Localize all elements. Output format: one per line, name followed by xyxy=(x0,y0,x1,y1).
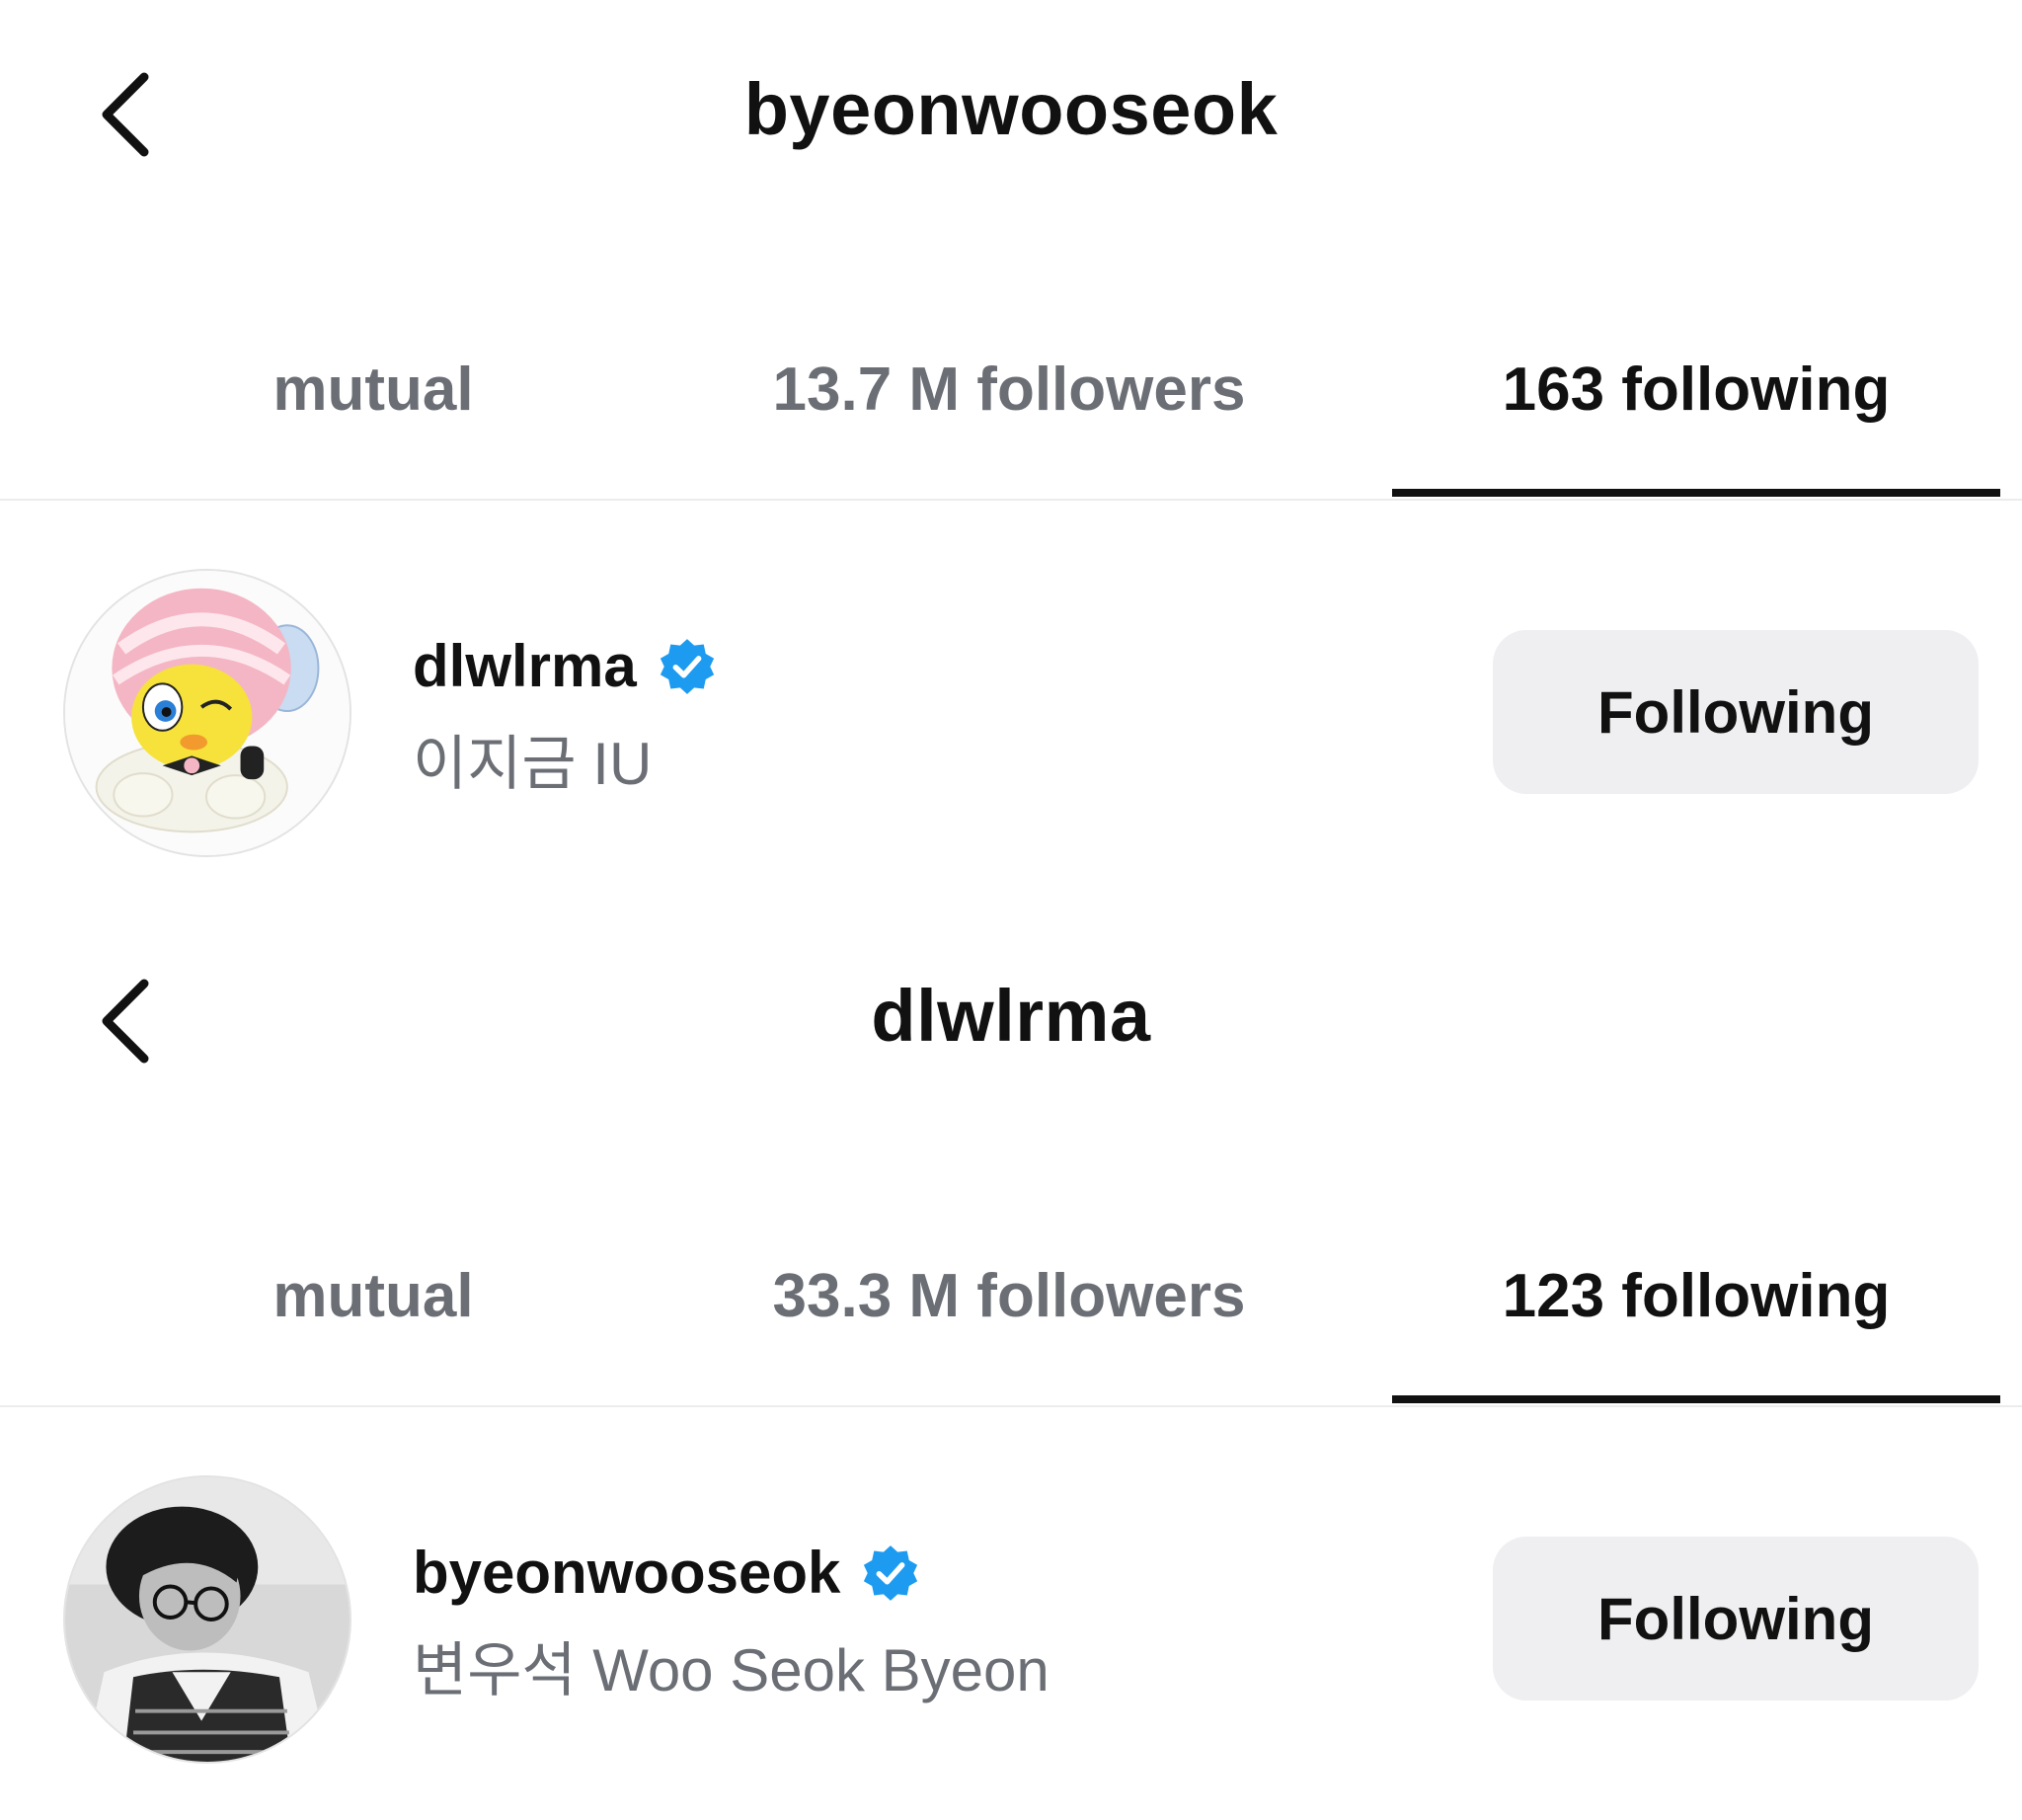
tab-bar: mutual 13.7 M followers 163 following xyxy=(0,336,2022,499)
tab-mutual[interactable]: mutual xyxy=(158,336,588,499)
tab-followers[interactable]: 33.3 M followers xyxy=(731,1242,1287,1405)
tab-followers[interactable]: 13.7 M followers xyxy=(731,336,1287,499)
full-name: 변우석 Woo Seok Byeon xyxy=(413,1637,1050,1703)
tab-mutual[interactable]: mutual xyxy=(158,1242,588,1405)
top-bar: byeonwooseok xyxy=(0,0,2022,227)
tab-following[interactable]: 123 following xyxy=(1392,1242,2000,1405)
divider xyxy=(0,1405,2022,1407)
tab-bar: mutual 33.3 M followers 123 following xyxy=(0,1242,2022,1405)
list-item[interactable]: dlwlrma 이지금 IU Following xyxy=(0,563,2022,859)
avatar[interactable] xyxy=(63,1475,351,1764)
username[interactable]: dlwlrma xyxy=(413,632,718,700)
active-tab-indicator xyxy=(1392,1395,2000,1403)
active-tab-indicator xyxy=(1392,489,2000,497)
page-title: byeonwooseok xyxy=(743,68,1279,150)
following-button[interactable]: Following xyxy=(1493,630,1979,794)
following-screen-byeonwooseok: byeonwooseok mutual 13.7 M followers 163… xyxy=(0,0,2022,910)
monochrome-portrait-avatar-icon xyxy=(65,1477,350,1762)
username-text: byeonwooseok xyxy=(413,1540,841,1606)
list-item[interactable]: byeonwooseok 변우석 Woo Seok Byeon Followin… xyxy=(0,1469,2022,1766)
top-bar: dlwlrma xyxy=(0,907,2022,1134)
username-text: dlwlrma xyxy=(413,633,637,699)
following-screen-dlwlrma: dlwlrma mutual 33.3 M followers 123 foll… xyxy=(0,907,2022,1816)
divider xyxy=(0,499,2022,501)
verified-badge-icon xyxy=(657,636,718,697)
username[interactable]: byeonwooseok xyxy=(413,1539,921,1607)
full-name: 이지금 IU xyxy=(413,731,653,797)
cartoon-bird-avatar-icon xyxy=(65,571,350,855)
page-title: dlwlrma xyxy=(871,975,1151,1057)
following-button[interactable]: Following xyxy=(1493,1537,1979,1701)
verified-badge-icon xyxy=(860,1543,921,1604)
tab-following[interactable]: 163 following xyxy=(1392,336,2000,499)
avatar[interactable] xyxy=(63,569,351,857)
